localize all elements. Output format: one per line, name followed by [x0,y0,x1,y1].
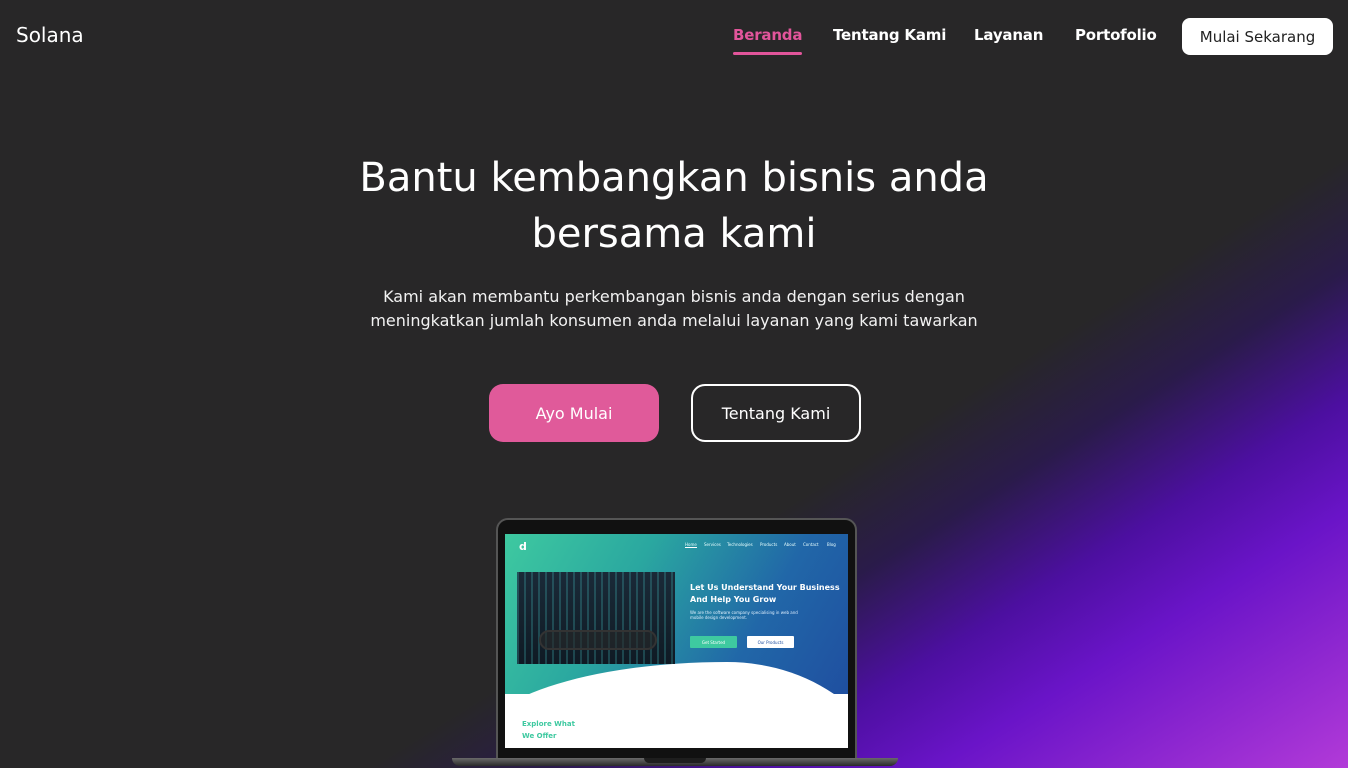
hero-subtitle-line: Kami akan membantu perkembangan bisnis a… [383,287,965,306]
laptop-notch [644,758,706,763]
mockup-hero-photo [517,572,675,664]
laptop-screen: d Home Services Technologies Products Ab… [505,534,848,748]
navbar: Solana Beranda Tentang Kami Layanan Port… [0,0,1348,72]
nav-link-tentang-kami[interactable]: Tentang Kami [833,26,946,44]
laptop-lid: d Home Services Technologies Products Ab… [496,518,857,762]
ayo-mulai-button[interactable]: Ayo Mulai [489,384,659,442]
nav-link-label: Portofolio [1075,26,1157,44]
tentang-kami-button[interactable]: Tentang Kami [691,384,861,442]
brand-logo[interactable]: Solana [16,23,84,47]
hero-subtitle: Kami akan membantu perkembangan bisnis a… [0,285,1348,333]
mockup-heading-line: And Help You Grow [690,595,777,604]
mockup-nav-item: About [784,542,796,547]
mockup-explore-line: We Offer [522,732,557,740]
nav-link-beranda[interactable]: Beranda [733,26,803,55]
mockup-heading: Let Us Understand Your Business And Help… [690,582,840,606]
mockup-nav-item: Services [704,542,721,547]
mockup-nav-item: Blog [827,542,836,547]
mockup-nav-item: Contact [803,542,819,547]
nav-link-portofolio[interactable]: Portofolio [1075,26,1157,44]
nav-link-label: Beranda [733,26,803,44]
nav-link-label: Layanan [974,26,1044,44]
mockup-nav-item: Products [760,542,778,547]
mockup-our-products-button: Our Products [747,636,794,648]
mockup-heading-line: Let Us Understand Your Business [690,583,840,592]
hero-title-line: Bantu kembangkan bisnis anda [359,155,989,201]
mockup-logo: d [519,540,527,553]
mockup-explore-heading: Explore What We Offer [522,718,602,742]
active-nav-indicator [733,52,803,55]
mockup-get-started-button: Get Started [690,636,737,648]
hero-title: Bantu kembangkan bisnis anda bersama kam… [0,150,1348,262]
laptop-mockup: d Home Services Technologies Products Ab… [452,518,898,768]
mulai-sekarang-button[interactable]: Mulai Sekarang [1182,18,1333,55]
mockup-nav-item: Home [685,542,697,548]
glasses-icon [539,630,657,650]
mockup-explore-line: Explore What [522,720,575,728]
mockup-description: We are the software company specialising… [690,610,798,620]
nav-link-label: Tentang Kami [833,26,947,44]
nav-link-layanan[interactable]: Layanan [974,26,1043,44]
mockup-nav-item: Technologies [727,542,753,547]
hero-title-line: bersama kami [531,211,817,257]
hero-subtitle-line: meningkatkan jumlah konsumen anda melalu… [370,311,978,330]
